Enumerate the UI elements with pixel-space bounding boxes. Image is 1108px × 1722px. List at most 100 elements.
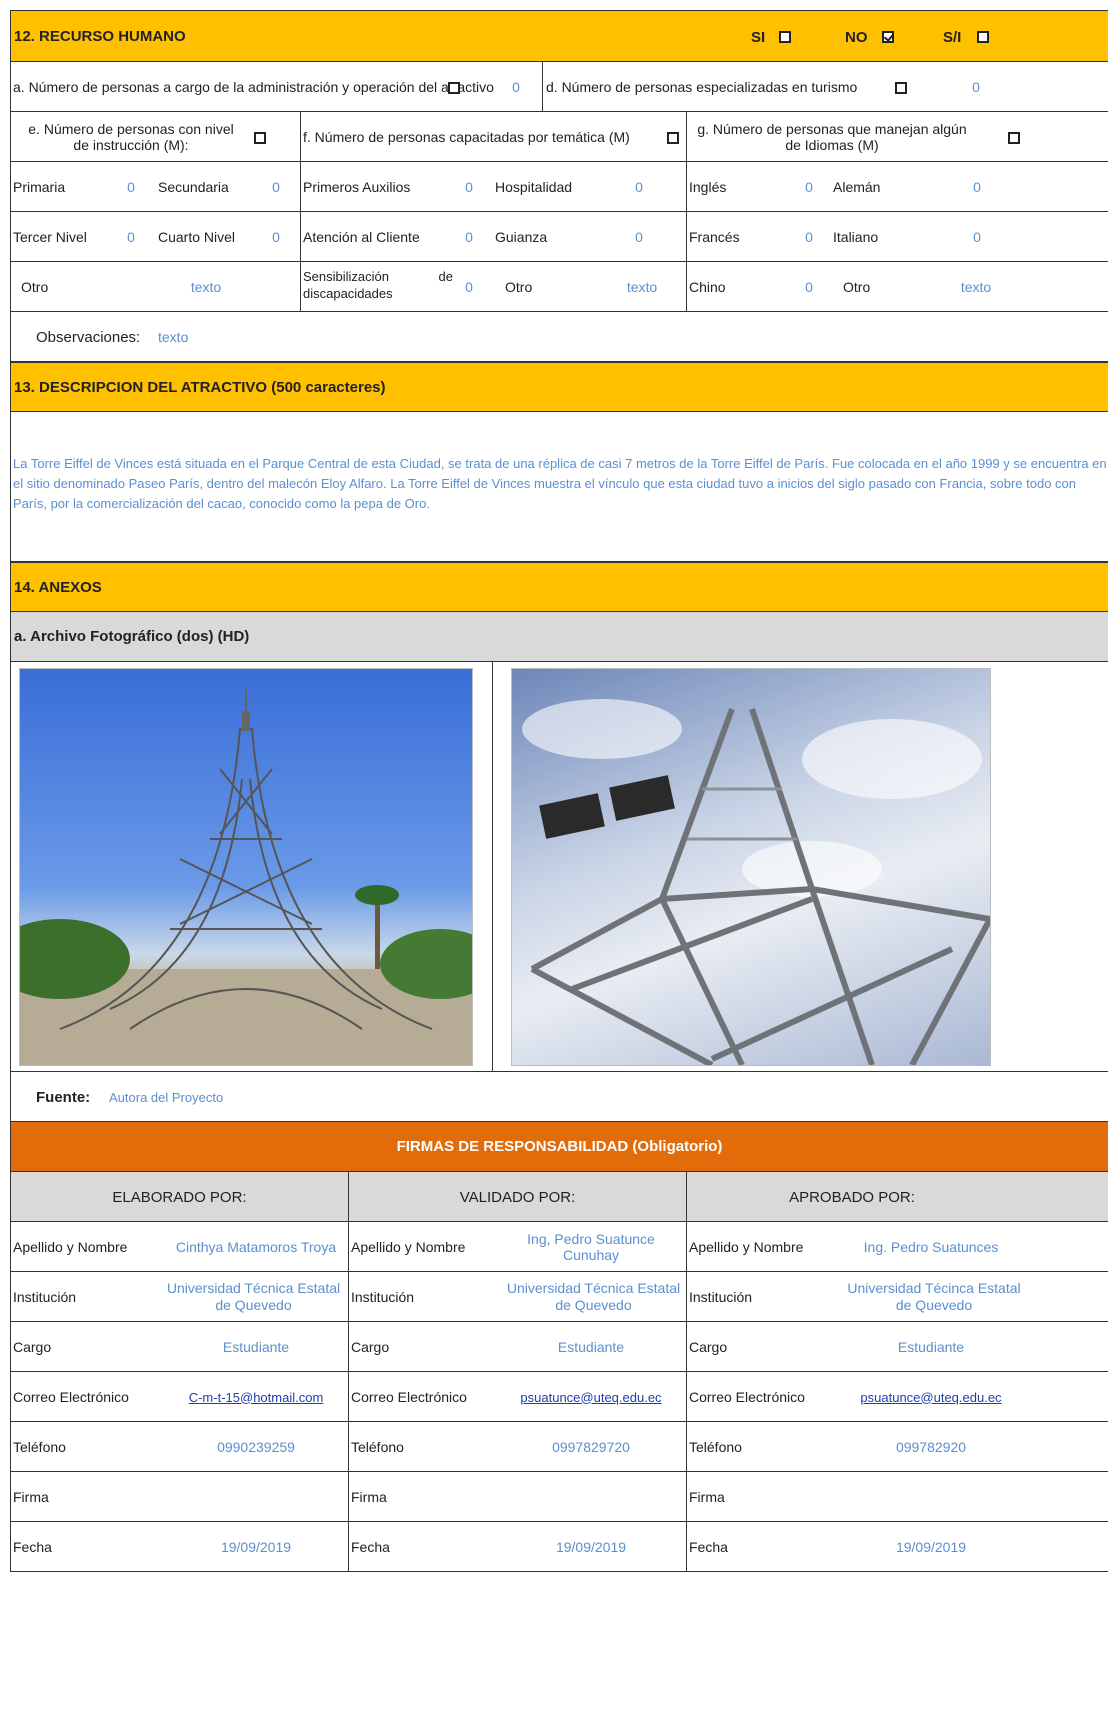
institucion-value: Universidad Técnica Estatal de Quevedo [166,1280,341,1313]
checkbox-g[interactable] [1007,132,1020,144]
checkbox-d[interactable] [895,82,908,94]
grid-label: Francés [689,229,740,245]
eiffel-photo-2 [511,668,991,1066]
row-label: Institución [689,1289,753,1305]
telefono-value: 099782920 [895,1439,967,1455]
firmas-title: FIRMAS DE RESPONSABILIDAD (Obligatorio) [396,1138,723,1155]
section-14-title: 14. ANEXOS [14,578,102,596]
grid-value: 0 [805,179,813,195]
email-link[interactable]: psuatunce@uteq.edu.ec [860,1390,1001,1405]
section-12-title: 12. RECURSO HUMANO [14,27,186,45]
grid-value: 0 [805,229,813,245]
si-alt-label: S/I [943,28,962,46]
firmas-row-telefono: Teléfono 0990239259 Teléfono 0997829720 … [10,1422,1108,1472]
nombre-value: Cinthya Matamoros Troya [175,1239,337,1255]
si-label: SI [751,28,766,46]
row-label: Cargo [689,1339,728,1355]
grid-label: Cuarto Nivel [158,229,236,245]
grid-value: 0 [127,229,135,245]
firmas-column-headers: ELABORADO POR: VALIDADO POR: APROBADO PO… [10,1172,1108,1222]
institucion-value: Universidad Técnica Estatal de Quevedo [506,1280,681,1313]
grid-value: texto [626,279,658,295]
row-label: Correo Electrónico [689,1389,805,1405]
column-header-validado: VALIDADO POR: [459,1188,576,1206]
photo-row [10,662,1108,1072]
grid-label: Tercer Nivel [13,229,87,245]
grid-row: Otro texto Sensibilización de discapacid… [10,262,1108,312]
section-12-header: 12. RECURSO HUMANO SI NO S/I [10,10,1108,62]
form-page: 12. RECURSO HUMANO SI NO S/I a. Número d… [10,10,1108,1572]
grid-value: 0 [805,279,813,295]
row-label: Fecha [13,1539,52,1555]
fuente-value: Autora del Proyecto [109,1089,224,1105]
no-checkbox[interactable] [881,31,894,43]
si-option: SI [751,11,792,63]
row-label: Institución [13,1289,77,1305]
grid-value: 0 [635,229,643,245]
row-label: Apellido y Nombre [689,1239,804,1255]
grid-row: Primaria 0 Secundaria 0 Primeros Auxilio… [10,162,1108,212]
column-header-elaborado: ELABORADO POR: [112,1188,247,1206]
si-checkbox[interactable] [779,31,792,43]
telefono-value: 0997829720 [552,1439,630,1455]
value-a: 0 [512,79,520,95]
grid-value: 0 [465,229,473,245]
label-g: g. Número de personas que manejan algún … [697,121,967,153]
observaciones-label: Observaciones: [36,328,141,346]
observaciones-row: Observaciones: texto [10,312,1108,362]
label-d: d. Número de personas especializadas en … [546,79,858,95]
grid-label: Atención al Cliente [303,229,420,245]
cargo-value: Estudiante [897,1339,965,1355]
nombre-value: Ing. Pedro Suatunces [863,1239,999,1255]
firmas-row-nombre: Apellido y Nombre Cinthya Matamoros Troy… [10,1222,1108,1272]
row-label: Fecha [689,1539,728,1555]
grid-value: 0 [272,179,280,195]
grid-value: texto [960,279,992,295]
cargo-value: Estudiante [222,1339,290,1355]
grid-value: 0 [465,179,473,195]
checkbox-e[interactable] [254,132,266,144]
firmas-row-institucion: Institución Universidad Técnica Estatal … [10,1272,1108,1322]
section-13-header: 13. DESCRIPCION DEL ATRACTIVO (500 carac… [10,362,1108,412]
description-box: La Torre Eiffel de Vinces está situada e… [10,412,1108,562]
no-option: NO [845,11,894,63]
si-alt-checkbox[interactable] [977,31,990,43]
grid-label: Hospitalidad [495,179,573,195]
checkbox-a[interactable] [448,82,460,94]
institucion-value: Universidad Técinca Estatal de Quevedo [847,1280,1021,1313]
description-text: La Torre Eiffel de Vinces está situada e… [13,456,1107,511]
row-label: Teléfono [13,1439,66,1455]
section-14-header: 14. ANEXOS [10,562,1108,612]
row-label: Institución [351,1289,415,1305]
email-link[interactable]: C-m-t-15@hotmail.com [189,1390,324,1405]
row-label: Apellido y Nombre [13,1239,128,1255]
section-13-title: 13. DESCRIPCION DEL ATRACTIVO (500 carac… [14,378,386,396]
grid-value: texto [190,279,222,295]
grid-label: Primeros Auxilios [303,179,411,195]
row-label: Teléfono [689,1439,742,1455]
fecha-value: 19/09/2019 [895,1539,967,1555]
grid-value: 0 [272,229,280,245]
grid-label: Secundaria [158,179,229,195]
si-alt-option: S/I [943,11,990,63]
email-link[interactable]: psuatunce@uteq.edu.ec [520,1390,661,1405]
nombre-value: Ing, Pedro Suatunce Cunuhay [527,1231,655,1263]
observaciones-value: texto [158,329,189,345]
photo-archive-header: a. Archivo Fotográfico (dos) (HD) [10,612,1108,662]
row-e-f-g: e. Número de personas con nivel de instr… [10,112,1108,162]
grid-value: 0 [973,179,981,195]
fecha-value: 19/09/2019 [555,1539,627,1555]
fuente-row: Fuente: Autora del Proyecto [10,1072,1108,1122]
column-header-aprobado: APROBADO POR: [789,1188,915,1206]
row-a-d: a. Número de personas a cargo de la admi… [10,62,1108,112]
row-label: Firma [13,1489,49,1505]
checkbox-f[interactable] [667,132,680,144]
grid-label: Sensibilización de discapacidades [303,269,453,301]
row-label: Teléfono [351,1439,404,1455]
row-label: Correo Electrónico [13,1389,129,1405]
photo-archive-title: a. Archivo Fotográfico (dos) (HD) [14,628,250,645]
fecha-value: 19/09/2019 [220,1539,292,1555]
grid-label: Alemán [833,179,881,195]
eiffel-tower-image-1 [20,689,472,1065]
grid-value: 0 [635,179,643,195]
